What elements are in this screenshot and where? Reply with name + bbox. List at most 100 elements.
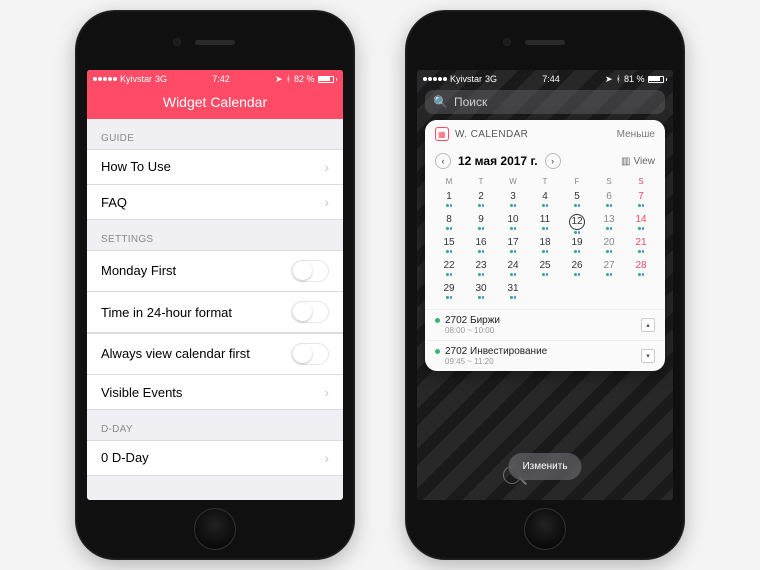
day-cell[interactable]: 13: [593, 214, 625, 234]
expand-event-icon[interactable]: ▾: [641, 349, 655, 363]
event-time: 08:00 ~ 10:00: [445, 326, 500, 335]
chevron-right-icon: ›: [324, 159, 329, 175]
widget-name: W. CALENDAR: [455, 129, 528, 140]
collapse-event-icon[interactable]: ▴: [641, 318, 655, 332]
edit-widgets-button[interactable]: Изменить: [508, 453, 581, 480]
view-toggle-button[interactable]: ▥ View: [621, 156, 655, 167]
screen-settings: Kyivstar 3G 7:42 ➤ ᚼ 82 % Widget Calenda…: [87, 70, 343, 500]
phone-right: Kyivstar 3G 7:44 ➤ ᚼ 81 % 🔍 Поиск ▦ W. C…: [405, 10, 685, 560]
toggle-24hour[interactable]: [291, 301, 329, 323]
day-cell[interactable]: 10: [497, 214, 529, 234]
day-cell[interactable]: 17: [497, 237, 529, 257]
day-cell[interactable]: 29: [433, 283, 465, 303]
home-button[interactable]: [194, 508, 236, 550]
clock-label: 7:42: [212, 74, 230, 84]
day-cell[interactable]: 16: [465, 237, 497, 257]
carrier-label: Kyivstar: [450, 74, 482, 84]
widget-header: ▦ W. CALENDAR Меньше: [425, 120, 665, 148]
day-cell[interactable]: 31: [497, 283, 529, 303]
day-cell[interactable]: 23: [465, 260, 497, 280]
page-title: Widget Calendar: [87, 88, 343, 119]
event-row[interactable]: 2702 Биржи 08:00 ~ 10:00 ▴: [425, 309, 665, 340]
signal-dots-icon: [423, 77, 447, 81]
phone-left: Kyivstar 3G 7:42 ➤ ᚼ 82 % Widget Calenda…: [75, 10, 355, 560]
day-cell[interactable]: 26: [561, 260, 593, 280]
day-cell[interactable]: 20: [593, 237, 625, 257]
camera-dot: [503, 38, 511, 46]
day-cell[interactable]: 19: [561, 237, 593, 257]
home-button[interactable]: [524, 508, 566, 550]
event-row[interactable]: 2702 Инвестирование 09:45 ~ 11:20 ▾: [425, 340, 665, 371]
toggle-monday-first[interactable]: [291, 260, 329, 282]
day-cell[interactable]: 6: [593, 191, 625, 211]
screen-widget: Kyivstar 3G 7:44 ➤ ᚼ 81 % 🔍 Поиск ▦ W. C…: [417, 70, 673, 500]
day-cell[interactable]: 3: [497, 191, 529, 211]
row-label: Time in 24-hour format: [101, 305, 232, 320]
day-cell[interactable]: 18: [529, 237, 561, 257]
search-icon: 🔍: [433, 95, 448, 109]
toggle-calendar-first[interactable]: [291, 343, 329, 365]
prev-month-button[interactable]: ‹: [435, 153, 451, 169]
calendar-grid[interactable]: 1234567891011121314151617181920212223242…: [425, 189, 665, 309]
row-how-to-use[interactable]: How To Use ›: [87, 149, 343, 185]
status-bar: Kyivstar 3G 7:44 ➤ ᚼ 81 %: [417, 70, 673, 88]
section-header-dday: D-DAY: [87, 410, 343, 440]
network-label: 3G: [485, 74, 497, 84]
row-visible-events[interactable]: Visible Events ›: [87, 374, 343, 410]
day-cell[interactable]: 25: [529, 260, 561, 280]
day-cell[interactable]: 8: [433, 214, 465, 234]
day-cell[interactable]: 1: [433, 191, 465, 211]
day-cell[interactable]: 2: [465, 191, 497, 211]
day-cell[interactable]: 24: [497, 260, 529, 280]
day-cell[interactable]: 14: [625, 214, 657, 234]
row-label: Monday First: [101, 263, 176, 278]
row-dday[interactable]: 0 D-Day ›: [87, 440, 343, 476]
current-date-title: 12 мая 2017 г.: [458, 154, 538, 168]
battery-percent: 82 %: [294, 74, 315, 84]
status-bar: Kyivstar 3G 7:42 ➤ ᚼ 82 %: [87, 70, 343, 88]
day-cell[interactable]: 5: [561, 191, 593, 211]
battery-percent: 81 %: [624, 74, 645, 84]
spotlight-search[interactable]: 🔍 Поиск: [425, 90, 665, 114]
row-24hour: Time in 24-hour format: [87, 291, 343, 333]
day-cell[interactable]: 7: [625, 191, 657, 211]
day-cell[interactable]: 30: [465, 283, 497, 303]
row-calendar-first: Always view calendar first: [87, 333, 343, 375]
event-dot-icon: [435, 318, 440, 323]
signal-dots-icon: [93, 77, 117, 81]
battery-icon: [318, 76, 338, 83]
day-cell[interactable]: 22: [433, 260, 465, 280]
battery-icon: [648, 76, 668, 83]
location-icon: ➤: [605, 74, 613, 85]
row-label: How To Use: [101, 159, 171, 174]
row-monday-first: Monday First: [87, 250, 343, 292]
day-of-week-row: MTWTFSS: [425, 174, 665, 189]
day-cell[interactable]: 21: [625, 237, 657, 257]
location-icon: ➤: [275, 74, 283, 85]
chevron-right-icon: ›: [324, 384, 329, 400]
day-cell[interactable]: 9: [465, 214, 497, 234]
search-placeholder: Поиск: [454, 95, 487, 109]
camera-dot: [173, 38, 181, 46]
row-label: Always view calendar first: [101, 346, 250, 361]
row-label: Visible Events: [101, 385, 182, 400]
bluetooth-icon: ᚼ: [286, 74, 291, 84]
network-label: 3G: [155, 74, 167, 84]
month-nav: ‹ 12 мая 2017 г. › ▥ View: [425, 148, 665, 174]
day-cell[interactable]: 11: [529, 214, 561, 234]
row-faq[interactable]: FAQ ›: [87, 184, 343, 220]
collapse-button[interactable]: Меньше: [617, 129, 655, 140]
event-title: 2702 Инвестирование: [445, 346, 547, 357]
day-cell[interactable]: 15: [433, 237, 465, 257]
speaker-slit: [525, 40, 565, 45]
day-cell[interactable]: 28: [625, 260, 657, 280]
day-cell[interactable]: 12: [561, 214, 593, 234]
calendar-icon: ▥: [621, 156, 630, 167]
next-month-button[interactable]: ›: [545, 153, 561, 169]
row-label: 0 D-Day: [101, 450, 149, 465]
event-title: 2702 Биржи: [445, 315, 500, 326]
calendar-widget: ▦ W. CALENDAR Меньше ‹ 12 мая 2017 г. › …: [425, 120, 665, 371]
app-icon: ▦: [435, 127, 449, 141]
day-cell[interactable]: 27: [593, 260, 625, 280]
day-cell[interactable]: 4: [529, 191, 561, 211]
